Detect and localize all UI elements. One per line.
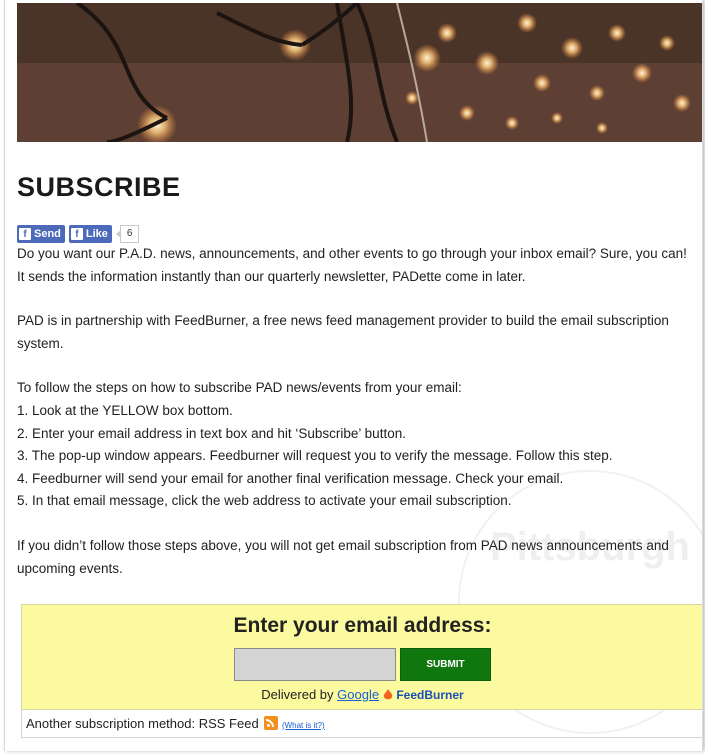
rss-label: Another subscription method: RSS Feed (26, 716, 259, 731)
what-is-it-link[interactable]: (What is it?) (282, 721, 325, 730)
like-label: Like (85, 228, 108, 240)
email-input[interactable] (234, 648, 396, 681)
subscribe-form: SUBMIT (22, 648, 702, 681)
step-item: 3. The pop-up window appears. Feedburner… (17, 448, 613, 464)
rss-subscription-row: Another subscription method: RSS Feed (W… (21, 710, 702, 738)
page-title: SUBSCRIBE (17, 172, 181, 202)
step-item: 5. In that email message, click the web … (17, 493, 512, 509)
step-item: 4. Feedburner will send your email for a… (17, 470, 564, 486)
email-subscribe-box: Enter your email address: SUBMIT Deliver… (21, 604, 702, 710)
feedburner-flame-icon (383, 689, 392, 700)
delivered-by-label: Delivered by (261, 687, 334, 702)
partnership-paragraph: PAD is in partnership with FeedBurner, a… (17, 313, 669, 351)
step-item: 1. Look at the YELLOW box bottom. (17, 402, 233, 418)
subscribe-heading: Enter your email address: (233, 614, 492, 637)
step-item: 2. Enter your email address in text box … (17, 425, 406, 441)
steps-intro: To follow the steps on how to subscribe … (17, 380, 462, 396)
delivered-by: Delivered by Google FeedBurner (22, 687, 702, 702)
facebook-icon: f (70, 228, 83, 240)
page: Pittsburgh SUBSCRIBE f Send f Like 6 Do … (4, 0, 703, 751)
main-content: SUBSCRIBE f Send f Like 6 Do you want ou… (17, 142, 693, 580)
facebook-icon: f (19, 228, 31, 240)
intro-paragraph: Do you want our P.A.D. news, announcemen… (17, 246, 687, 284)
send-label: Send (34, 228, 61, 240)
facebook-like-button[interactable]: f Like (68, 225, 112, 243)
facebook-send-button[interactable]: f Send (17, 225, 65, 243)
feedburner-logo-text: FeedBurner (396, 688, 464, 702)
closing-paragraph: If you didn’t follow those steps above, … (17, 537, 669, 576)
header-image-string-lights (17, 3, 702, 142)
rss-feed-icon[interactable] (264, 716, 279, 730)
social-buttons: f Send f Like 6 (17, 225, 693, 243)
google-link[interactable]: Google (337, 687, 379, 702)
submit-button[interactable]: SUBMIT (400, 648, 491, 681)
like-count: 6 (116, 225, 140, 243)
